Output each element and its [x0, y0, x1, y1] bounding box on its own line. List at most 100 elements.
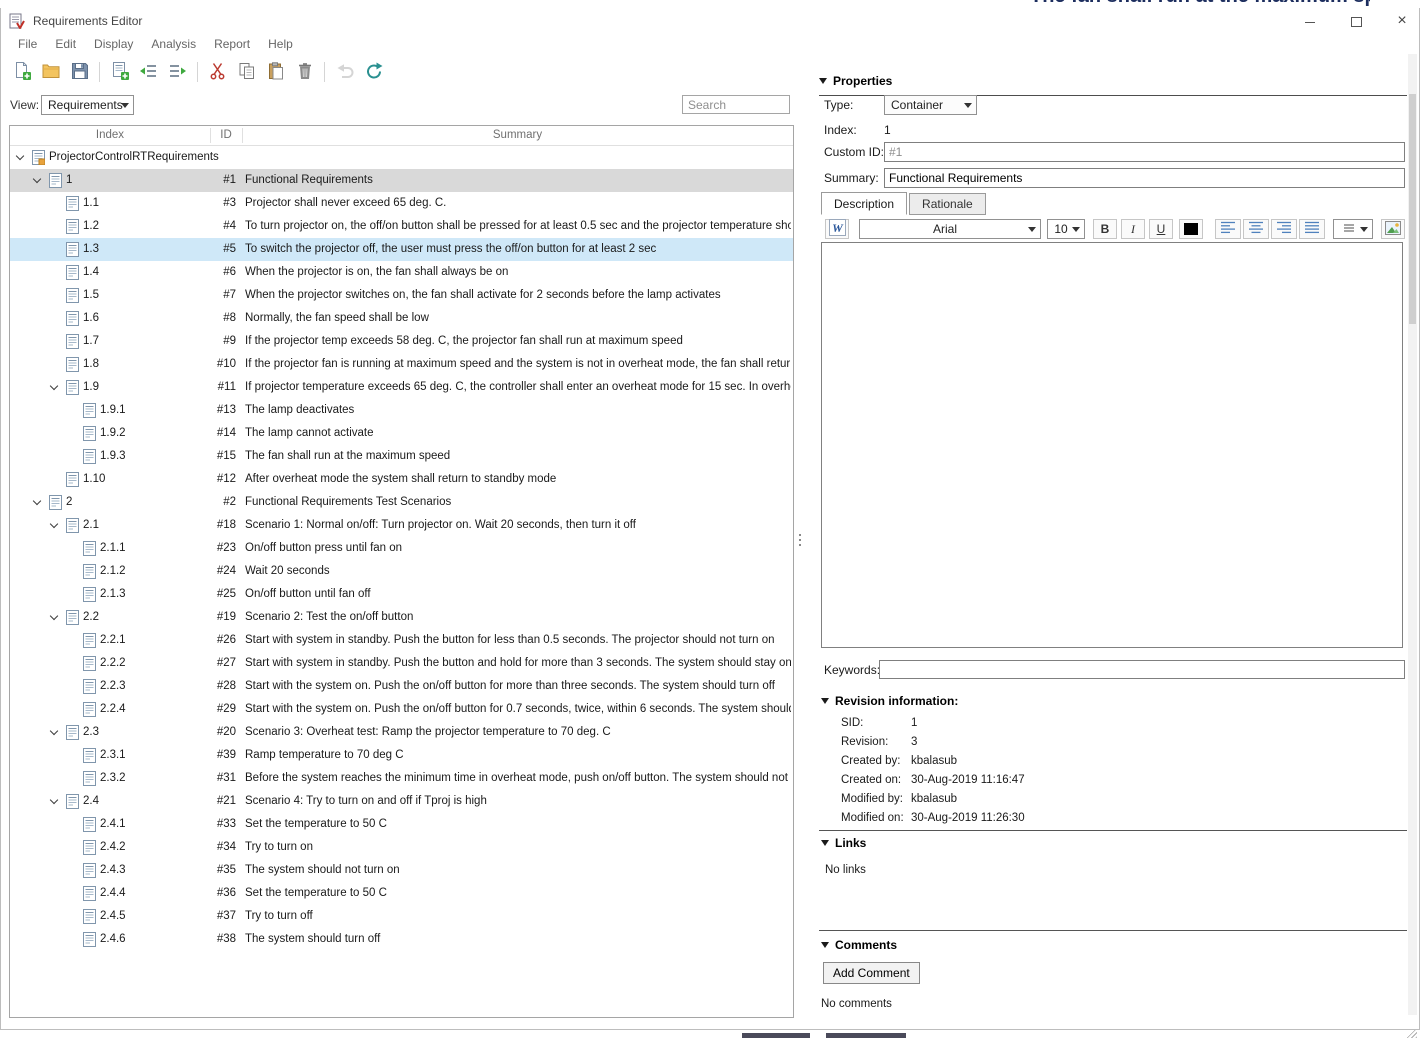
new-requirement-set-button[interactable] [8, 59, 35, 85]
copy-button[interactable] [233, 59, 260, 85]
menu-help[interactable]: Help [259, 34, 302, 54]
properties-section-header[interactable]: Properties [819, 74, 1407, 96]
maximize-button[interactable] [1349, 14, 1363, 28]
cut-button[interactable] [204, 59, 231, 85]
promote-requirement-button[interactable] [135, 59, 162, 85]
column-header-id[interactable]: ID [210, 129, 242, 141]
type-select[interactable]: Container [884, 95, 977, 115]
description-editor[interactable] [821, 242, 1403, 648]
tree-row-2.4.1[interactable]: 2.4.1 #33 Set the temperature to 50 C [10, 813, 793, 836]
tree-row-1[interactable]: 1 #1 Functional Requirements [10, 169, 793, 192]
links-section-header[interactable]: Links [821, 836, 866, 850]
tree-row-1.9.2[interactable]: 1.9.2 #14 The lamp cannot activate [10, 422, 793, 445]
bold-button[interactable]: B [1093, 219, 1117, 239]
expand-chevron-icon[interactable] [50, 728, 59, 737]
tree-row-2.1.2[interactable]: 2.1.2 #24 Wait 20 seconds [10, 560, 793, 583]
expand-chevron-icon[interactable] [50, 521, 59, 530]
open-button[interactable] [37, 59, 64, 85]
scrollbar[interactable] [1408, 54, 1417, 1015]
menu-report[interactable]: Report [205, 34, 259, 54]
insert-image-button[interactable] [1381, 219, 1405, 239]
undo-button[interactable] [331, 59, 358, 85]
tree-row-1.6[interactable]: 1.6 #8 Normally, the fan speed shall be lo… [10, 307, 793, 330]
tree-row-1.1[interactable]: 1.1 #3 Projector shall never exceed 65 deg… [10, 192, 793, 215]
tree-row-2.1.3[interactable]: 2.1.3 #25 On/off button until fan off [10, 583, 793, 606]
expand-chevron-icon[interactable] [16, 153, 25, 162]
close-button[interactable]: × [1395, 13, 1409, 29]
scrollbar-thumb[interactable] [1409, 94, 1416, 324]
add-comment-button[interactable]: Add Comment [823, 962, 920, 984]
text-color-button[interactable] [1179, 219, 1203, 239]
align-right-button[interactable] [1271, 219, 1297, 239]
tree-row-1.10[interactable]: 1.10 #12 After overheat mode the system sh… [10, 468, 793, 491]
view-select[interactable]: Requirements [41, 95, 134, 115]
menu-display[interactable]: Display [85, 34, 142, 54]
redo-button[interactable] [360, 59, 387, 85]
tree-row-1.4[interactable]: 1.4 #6 When the projector is on, the fan s… [10, 261, 793, 284]
expand-chevron-icon[interactable] [33, 498, 42, 507]
save-button[interactable] [66, 59, 93, 85]
tree-row-2.2.1[interactable]: 2.2.1 #26 Start with system in standby. Pu… [10, 629, 793, 652]
tree-row-2.1.1[interactable]: 2.1.1 #23 On/off button press until fan on [10, 537, 793, 560]
paste-button[interactable] [262, 59, 289, 85]
tree-root-row[interactable]: ProjectorControlRTRequirements [10, 146, 793, 169]
line-spacing-select[interactable] [1333, 219, 1373, 239]
italic-button[interactable]: I [1121, 219, 1145, 239]
tree-row-2.4.4[interactable]: 2.4.4 #36 Set the temperature to 50 C [10, 882, 793, 905]
expand-chevron-icon[interactable] [50, 383, 59, 392]
word-export-button[interactable]: W [825, 219, 849, 239]
tree-row-2.4.3[interactable]: 2.4.3 #35 The system should not turn on [10, 859, 793, 882]
expand-chevron-icon[interactable] [50, 613, 59, 622]
comments-section-header[interactable]: Comments [821, 938, 897, 952]
tree-row-2.4.2[interactable]: 2.4.2 #34 Try to turn on [10, 836, 793, 859]
tree-row-1.3[interactable]: 1.3 #5 To switch the projector off, the us… [10, 238, 793, 261]
background-fragment [826, 1033, 906, 1038]
tree-row-2.3.1[interactable]: 2.3.1 #39 Ramp temperature to 70 deg C [10, 744, 793, 767]
tree-row-2.3.2[interactable]: 2.3.2 #31 Before the system reaches the mi… [10, 767, 793, 790]
tree-row-1.9.3[interactable]: 1.9.3 #15 The fan shall run at the maximum… [10, 445, 793, 468]
tree-row-2.4.6[interactable]: 2.4.6 #38 The system should turn off [10, 928, 793, 951]
tree-row-1.9[interactable]: 1.9 #11 If projector temperature exceeds 6… [10, 376, 793, 399]
minimize-button[interactable] [1303, 14, 1317, 28]
keywords-input[interactable] [879, 660, 1405, 679]
tree-row-1.2[interactable]: 1.2 #4 To turn projector on, the off/on bu… [10, 215, 793, 238]
revision-section-header[interactable]: Revision information: [821, 694, 958, 708]
tree-row-2.3[interactable]: 2.3 #20 Scenario 3: Overheat test: Ramp th… [10, 721, 793, 744]
delete-button[interactable] [291, 59, 318, 85]
demote-requirement-button[interactable] [164, 59, 191, 85]
row-summary: Start with system in standby. Push the b… [245, 634, 775, 646]
column-header-summary[interactable]: Summary [242, 129, 793, 141]
custom-id-input[interactable] [884, 142, 1405, 162]
tree-row-2.4[interactable]: 2.4 #21 Scenario 4: Try to turn on and off… [10, 790, 793, 813]
tree-row-2.2.2[interactable]: 2.2.2 #27 Start with system in standby. Pu… [10, 652, 793, 675]
search-input[interactable] [682, 95, 790, 114]
requirement-icon [66, 242, 79, 257]
panel-splitter[interactable] [796, 125, 805, 1018]
tree-row-1.7[interactable]: 1.7 #9 If the projector temp exceeds 58 de… [10, 330, 793, 353]
tree-row-2[interactable]: 2 #2 Functional Requirements Test Scenario… [10, 491, 793, 514]
tree-row-1.8[interactable]: 1.8 #10 If the projector fan is running at… [10, 353, 793, 376]
tree-row-1.9.1[interactable]: 1.9.1 #13 The lamp deactivates [10, 399, 793, 422]
menu-file[interactable]: File [9, 34, 46, 54]
column-header-index[interactable]: Index [10, 129, 210, 141]
tree-row-1.5[interactable]: 1.5 #7 When the projector switches on, the… [10, 284, 793, 307]
align-justify-button[interactable] [1299, 219, 1325, 239]
tree-row-2.4.5[interactable]: 2.4.5 #37 Try to turn off [10, 905, 793, 928]
expand-chevron-icon[interactable] [50, 797, 59, 806]
menu-analysis[interactable]: Analysis [142, 34, 205, 54]
tab-rationale[interactable]: Rationale [909, 193, 986, 215]
summary-input[interactable] [884, 168, 1405, 188]
add-requirement-button[interactable] [106, 59, 133, 85]
tree-row-2.1[interactable]: 2.1 #18 Scenario 1: Normal on/off: Turn pr… [10, 514, 793, 537]
font-family-select[interactable]: Arial [859, 219, 1041, 239]
underline-button[interactable]: U [1149, 219, 1173, 239]
font-size-select[interactable]: 10 [1047, 219, 1085, 239]
align-center-button[interactable] [1243, 219, 1269, 239]
tree-row-2.2.3[interactable]: 2.2.3 #28 Start with the system on. Push t… [10, 675, 793, 698]
align-left-button[interactable] [1215, 219, 1241, 239]
tree-row-2.2[interactable]: 2.2 #19 Scenario 2: Test the on/off button [10, 606, 793, 629]
expand-chevron-icon[interactable] [33, 176, 42, 185]
tree-row-2.2.4[interactable]: 2.2.4 #29 Start with the system on. Push t… [10, 698, 793, 721]
menu-edit[interactable]: Edit [46, 34, 85, 54]
tab-description[interactable]: Description [821, 192, 908, 215]
